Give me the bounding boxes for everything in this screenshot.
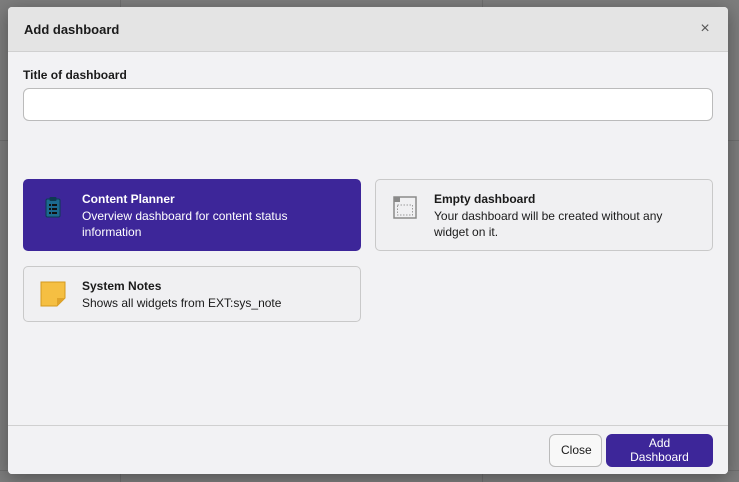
preset-card-system-notes[interactable]: System Notes Shows all widgets from EXT:…: [23, 266, 361, 322]
preset-title: Content Planner: [82, 192, 175, 206]
add-dashboard-button[interactable]: Add Dashboard: [606, 433, 713, 467]
preset-title: Empty dashboard: [434, 192, 536, 206]
close-icon[interactable]: ×: [698, 21, 712, 37]
sticky-note-icon: [40, 281, 66, 307]
preset-description: Shows all widgets from EXT:sys_note: [82, 296, 282, 310]
preset-description: Overview dashboard for content status in…: [82, 209, 288, 239]
modal-footer: Close Add Dashboard: [8, 425, 728, 474]
modal-header: Add dashboard ×: [8, 7, 728, 52]
preset-description: Your dashboard will be created without a…: [434, 209, 663, 239]
dashboard-title-input[interactable]: [23, 88, 713, 121]
preset-card-content-planner[interactable]: Content Planner Overview dashboard for c…: [23, 179, 361, 251]
title-field-label: Title of dashboard: [23, 68, 127, 82]
preset-card-empty-dashboard[interactable]: Empty dashboard Your dashboard will be c…: [375, 179, 713, 251]
empty-dashboard-icon: [392, 194, 418, 220]
preset-title: System Notes: [82, 279, 162, 293]
close-button[interactable]: Close: [549, 433, 602, 467]
modal-body: Title of dashboard Content Planner Overv…: [8, 52, 728, 425]
modal-title: Add dashboard: [24, 21, 120, 37]
add-dashboard-modal: Add dashboard × Title of dashboard Conte…: [8, 7, 728, 474]
clipboard-icon: [40, 194, 66, 220]
